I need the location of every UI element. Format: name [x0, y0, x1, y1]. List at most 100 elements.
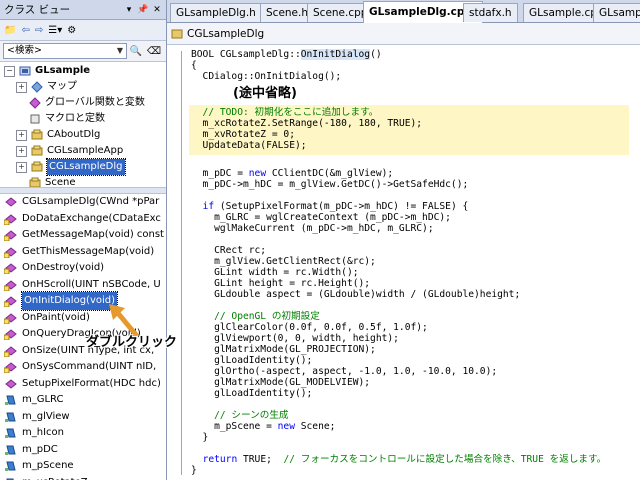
method-protected-icon: [4, 362, 17, 373]
member-item-label: m_xcRotateZ: [22, 474, 88, 480]
outline-bar: [181, 51, 182, 475]
member-item-label: m_hIcon: [22, 427, 64, 438]
code-line: m_glView.GetClientRect(&rc);: [191, 256, 376, 267]
tree-item-[interactable]: グローバル関数と変数: [16, 95, 145, 111]
search-input[interactable]: <検索> ▼: [3, 43, 127, 59]
method-protected-icon: [4, 279, 17, 291]
method-protected-icon: [4, 296, 17, 307]
tab-scene-h[interactable]: Scene.h: [260, 3, 315, 22]
code-line: m_xcRotateZ.SetRange(-180, 180, TRUE);: [191, 118, 423, 129]
code-line: m_GLRC = wglCreateContext (m_pDC->m_hDC)…: [191, 212, 451, 223]
code-token: // フォーカスをコントロールに設定した場合を除き、TRUE を返します。: [283, 454, 607, 465]
member-item-label: OnPaint(void): [22, 311, 90, 323]
member-item[interactable]: m_pDC: [0, 441, 58, 459]
member-item[interactable]: m_hIcon: [0, 424, 64, 442]
code-line: // TODO: 初期化をここに追加します。: [191, 107, 379, 118]
member-item[interactable]: GetMessageMap(void) const: [0, 226, 164, 244]
member-item[interactable]: m_GLRC: [0, 391, 64, 409]
member-item[interactable]: OnDestroy(void): [0, 259, 104, 277]
member-item-label: m_pScene: [22, 460, 74, 471]
method-protected-icon: [4, 312, 17, 324]
class-icon: [31, 145, 43, 156]
tree-item-cglsampledlg[interactable]: + CGLsampleDlg: [16, 158, 126, 176]
code-token: m_xcRotateZ.SetRange(-180, 180,: [191, 118, 388, 129]
method-icon: [5, 197, 17, 207]
document-tabs: GLsampleDlg.h Scene.h Scene.cpp GLsampleDlg…: [167, 0, 640, 23]
member-item[interactable]: CGLsampleDlg(CWnd *pPar: [0, 193, 159, 211]
tree-item-cglsampleapp[interactable]: + CGLsampleApp: [16, 143, 123, 159]
code-line: return TRUE; // フォーカスをコントロールに設定した場合を除き、T…: [191, 454, 607, 465]
tree-item-label: CGLsampleApp: [47, 145, 124, 156]
class-icon: [31, 129, 43, 140]
tree-item-label: CGLsampleDlg: [46, 158, 126, 176]
tree-item-[interactable]: + マップ: [16, 79, 77, 95]
member-item[interactable]: m_xcRotateZ: [0, 474, 88, 480]
code-token: CClientDC(&m_glView);: [266, 168, 394, 179]
code-token: new: [248, 168, 267, 179]
back-icon[interactable]: ⇦: [21, 25, 29, 36]
code-token: }: [191, 432, 209, 443]
code-line: glMatrixMode(GL_MODELVIEW);: [191, 377, 370, 388]
code-token: UpdateData(FALSE);: [191, 140, 307, 151]
close-icon[interactable]: ✕: [151, 4, 163, 16]
member-item[interactable]: m_glView: [0, 408, 70, 426]
field-icon: [5, 428, 16, 438]
tab-glsampledlg-h[interactable]: GLsampleDlg.h: [170, 3, 262, 22]
tree-item-[interactable]: マクロと定数: [16, 111, 105, 127]
pin-icon[interactable]: 📌: [137, 4, 149, 16]
omitted-annotation: (途中省略): [233, 86, 297, 101]
class-wizard-icon[interactable]: ⚙: [67, 25, 76, 36]
member-item[interactable]: SetupPixelFormat(HDC hdc): [0, 375, 161, 393]
field-icon: [5, 395, 16, 405]
global-functions-icon: [29, 97, 41, 109]
class-view-title: クラス ビュー: [4, 4, 71, 16]
forward-icon[interactable]: ⇨: [35, 25, 43, 36]
tree-item-glsample[interactable]: − GLsample: [4, 63, 90, 79]
member-item-label: CGLsampleDlg(CWnd *pPar: [22, 196, 160, 207]
class-icon: [171, 29, 183, 38]
member-item[interactable]: OnHScroll(UINT nSBCode, U: [0, 276, 161, 294]
dropdown-arrow-icon[interactable]: ▾: [123, 4, 135, 16]
expander-icon[interactable]: +: [16, 145, 27, 157]
nav-bar-label: CGLsampleDlg: [187, 27, 265, 40]
code-token: m_pDC->m_hDC = m_glView.GetDC()->GetSafe…: [191, 179, 469, 190]
map-icon: [31, 81, 43, 93]
code-token: glOrtho(-aspect, aspect, -1.0, 1.0, -10.…: [191, 366, 498, 377]
code-token: new: [277, 421, 295, 432]
code-token: // シーンの生成: [191, 410, 289, 421]
expander-icon[interactable]: +: [16, 161, 27, 173]
member-item[interactable]: OnSysCommand(UINT nID,: [0, 358, 156, 376]
expander-icon[interactable]: +: [16, 81, 27, 93]
member-item-label: SetupPixelFormat(HDC hdc): [22, 377, 161, 389]
clear-search-icon[interactable]: ⌫: [145, 46, 163, 57]
class-navigation-bar[interactable]: CGLsampleDlg: [167, 23, 640, 45]
code-line: // OpenGL の初期設定: [191, 311, 320, 322]
expander-icon[interactable]: +: [16, 129, 27, 141]
search-button-icon[interactable]: 🔍: [127, 46, 145, 57]
expander-icon[interactable]: −: [4, 65, 15, 77]
code-token: glViewport(0, 0, width, height);: [191, 333, 399, 344]
new-folder-icon[interactable]: 📁: [4, 25, 16, 36]
tab-stdafx-h[interactable]: stdafx.h: [463, 3, 518, 22]
code-editor[interactable]: BOOL CGLsampleDlg::OnInitDialog(){ CDial…: [167, 45, 640, 480]
tab-glsample[interactable]: GLsample: [593, 3, 640, 22]
tree-item-caboutdlg[interactable]: + CAboutDlg: [16, 127, 100, 143]
code-token: );: [410, 118, 423, 129]
chevron-down-icon[interactable]: ▼: [114, 44, 126, 58]
code-line: glClearColor(0.0f, 0.0f, 0.5f, 1.0f);: [191, 322, 428, 333]
tree-item-label: マップ: [47, 81, 77, 92]
settings-icon[interactable]: ☰▾: [48, 25, 62, 36]
member-item[interactable]: OnInitDialog(void): [0, 291, 119, 311]
class-view-title-bar: クラス ビュー ▾ 📌 ✕: [0, 0, 166, 20]
member-item[interactable]: GetThisMessageMap(void): [0, 243, 154, 261]
code-line: glLoadIdentity();: [191, 388, 312, 399]
member-item[interactable]: DoDataExchange(CDataExc: [0, 210, 161, 228]
tree-item-label: CAboutDlg: [47, 129, 101, 140]
member-item[interactable]: OnPaint(void): [0, 309, 90, 327]
member-item[interactable]: m_pScene: [0, 457, 74, 475]
code-token: (SetupPixelFormat(m_pDC->m_hDC) != FALSE…: [214, 201, 469, 212]
code-token: m_xvRotateZ = 0;: [191, 129, 295, 140]
tree-item-label: GLsample: [35, 65, 91, 76]
member-item-label: GetMessageMap(void) const: [22, 229, 164, 240]
